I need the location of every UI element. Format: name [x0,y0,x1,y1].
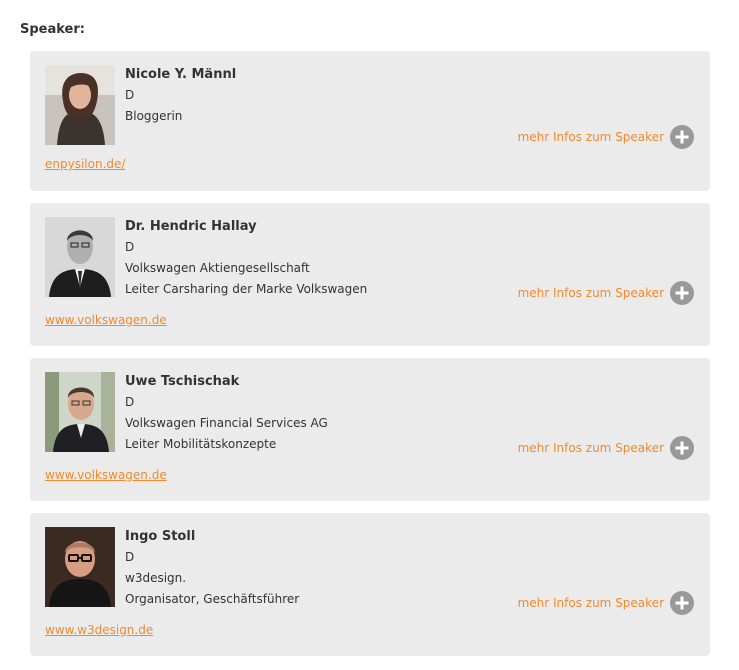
speaker-website-link[interactable]: www.volkswagen.de [45,313,167,327]
more-info-link[interactable]: mehr Infos zum Speaker [518,591,694,615]
speaker-name: Nicole Y. Männl [125,67,237,82]
speaker-photo [45,217,115,297]
plus-circle-icon[interactable] [670,281,694,305]
more-info-label[interactable]: mehr Infos zum Speaker [518,130,664,144]
speaker-name: Ingo Stoll [125,529,196,544]
speaker-country: D [125,240,135,254]
speaker-website-link[interactable]: enpysilon.de/ [45,157,125,171]
plus-circle-icon[interactable] [670,436,694,460]
speaker-country: D [125,88,135,102]
speaker-detail: Volkswagen Aktiengesellschaft [125,261,310,275]
more-info-link[interactable]: mehr Infos zum Speaker [518,436,694,460]
more-info-label[interactable]: mehr Infos zum Speaker [518,286,664,300]
speaker-card: Ingo Stoll D w3design. Organisator, Gesc… [30,513,710,656]
speaker-card: Uwe Tschischak D Volkswagen Financial Se… [30,358,710,501]
speaker-photo [45,527,115,607]
speaker-photo [45,65,115,145]
speaker-info: Nicole Y. Männl D Bloggerin [125,64,236,127]
speaker-name: Dr. Hendric Hallay [125,219,257,234]
speaker-detail: Volkswagen Financial Services AG [125,416,328,430]
speaker-info: Uwe Tschischak D Volkswagen Financial Se… [125,371,328,455]
speaker-card: Nicole Y. Männl D Bloggerin mehr Infos z… [30,51,710,191]
plus-circle-icon[interactable] [670,125,694,149]
more-info-label[interactable]: mehr Infos zum Speaker [518,596,664,610]
speaker-name: Uwe Tschischak [125,374,240,389]
speaker-photo [45,372,115,452]
speaker-website-link[interactable]: www.w3design.de [45,623,153,637]
speaker-detail: Bloggerin [125,109,183,123]
more-info-link[interactable]: mehr Infos zum Speaker [518,125,694,149]
speaker-info: Ingo Stoll D w3design. Organisator, Gesc… [125,526,299,610]
speaker-country: D [125,550,135,564]
speaker-card: Dr. Hendric Hallay D Volkswagen Aktienge… [30,203,710,346]
plus-circle-icon[interactable] [670,591,694,615]
speaker-detail: Organisator, Geschäftsführer [125,592,300,606]
speaker-country: D [125,395,135,409]
section-heading: Speaker: [20,22,85,37]
more-info-link[interactable]: mehr Infos zum Speaker [518,281,694,305]
speaker-info: Dr. Hendric Hallay D Volkswagen Aktienge… [125,216,367,300]
speaker-detail: w3design. [125,571,187,585]
speaker-website-link[interactable]: www.volkswagen.de [45,468,167,482]
speaker-detail: Leiter Mobilitätskonzepte [125,437,277,451]
speaker-detail: Leiter Carsharing der Marke Volkswagen [125,282,368,296]
more-info-label[interactable]: mehr Infos zum Speaker [518,441,664,455]
